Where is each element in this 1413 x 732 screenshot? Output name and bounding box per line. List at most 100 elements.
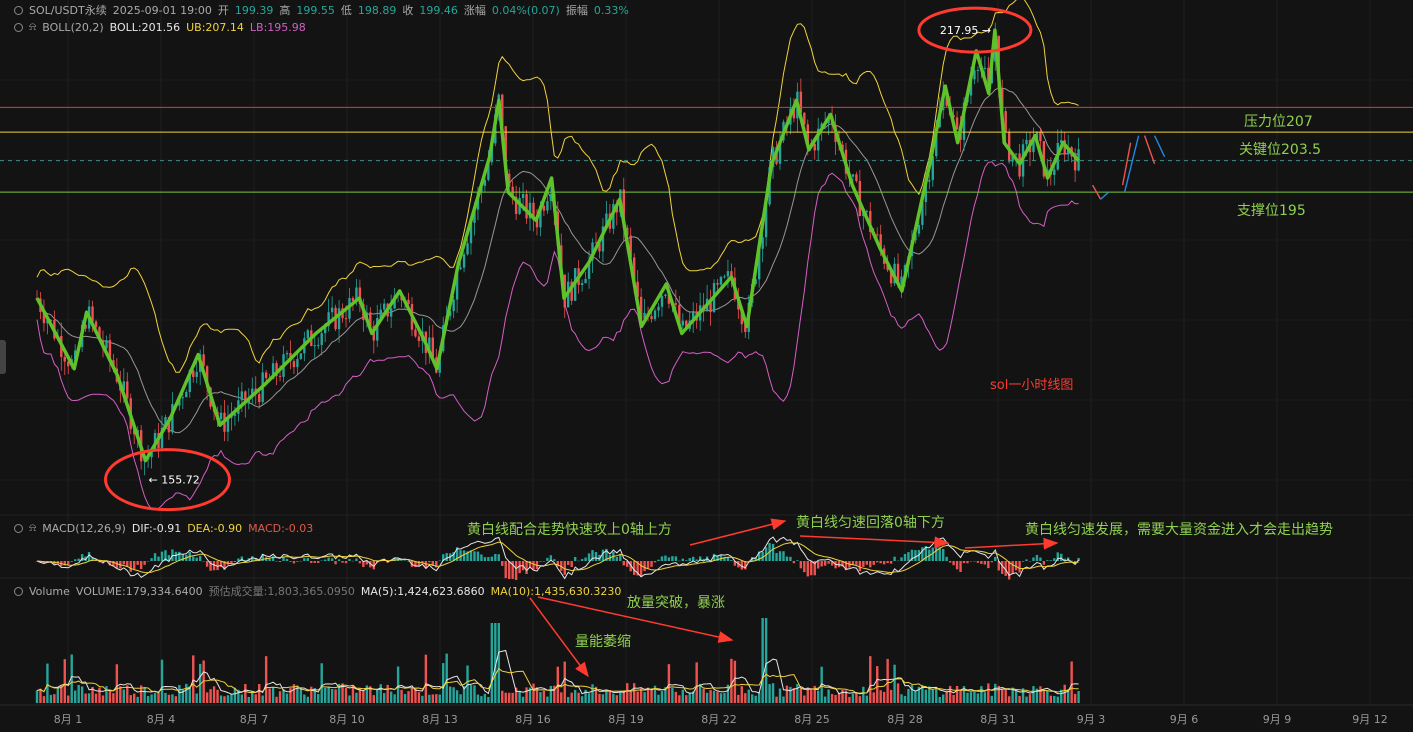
macd-histogram-bar	[230, 561, 233, 564]
price-levels	[0, 106, 1413, 193]
candle-body	[521, 194, 525, 199]
volume-bar	[848, 696, 851, 703]
volume-bar	[605, 690, 608, 703]
macd-histogram-bar	[351, 560, 355, 562]
chevron-icon[interactable]	[14, 523, 23, 533]
volume-bar	[310, 686, 313, 703]
macd-histogram-bar	[653, 561, 657, 563]
volume-bar	[837, 693, 841, 703]
volume-bar	[671, 687, 674, 703]
volume-bar	[702, 688, 705, 703]
macd-histogram-bar	[77, 558, 80, 561]
volume-bar	[716, 691, 719, 703]
volume-bar	[619, 690, 622, 703]
volume-bar	[396, 666, 400, 703]
chevron-icon[interactable]	[14, 586, 23, 596]
volume-bar	[299, 688, 303, 703]
volume-bar	[344, 687, 348, 703]
macd-histogram-bar	[143, 561, 146, 565]
volume-bar	[969, 692, 973, 703]
volume-bar	[882, 691, 886, 703]
macd-histogram-bar	[122, 561, 125, 565]
panel-resize-handle[interactable]	[0, 340, 6, 374]
bell-icon[interactable]: ⍾	[29, 521, 36, 535]
candle-body	[1014, 153, 1018, 155]
x-tick-label: 8月 22	[701, 713, 737, 726]
annotation-marks: 217.95 → ← 155.72	[104, 6, 1059, 678]
x-tick-label: 9月 12	[1352, 713, 1388, 726]
macd-value: MACD:-0.03	[248, 521, 314, 535]
macd-histogram-bar	[820, 561, 823, 567]
volume-bar	[539, 692, 542, 703]
volume-bar	[980, 686, 983, 703]
macd-histogram-bar	[837, 561, 841, 568]
high-price-marker: 217.95 →	[940, 24, 991, 37]
volume-bar	[778, 688, 782, 703]
volume-bar	[1028, 694, 1032, 703]
volume-bar	[709, 690, 712, 703]
chevron-icon[interactable]	[14, 22, 23, 32]
key-level-label: 关键位203.5	[1239, 142, 1322, 158]
candle-body	[292, 361, 296, 368]
candle-body	[876, 234, 879, 236]
macd-histogram-bar	[202, 560, 205, 562]
macd-histogram-bar	[282, 557, 285, 561]
volume-bar	[1025, 696, 1028, 703]
volume-bar	[1014, 690, 1018, 703]
macd-histogram-bar	[876, 561, 879, 563]
macd-label[interactable]: MACD(12,26,9)	[42, 522, 126, 535]
annotation-arrow	[799, 535, 950, 549]
volume-label[interactable]: Volume	[29, 585, 70, 598]
macd-histogram-bar	[806, 561, 809, 577]
candle-body	[383, 303, 386, 310]
volume-bar	[383, 693, 386, 703]
volume-bar	[442, 663, 445, 703]
volume-bar	[754, 695, 757, 703]
macd-histogram-bar	[1028, 561, 1032, 562]
volume-bar	[761, 618, 764, 703]
volume-bar	[931, 689, 934, 703]
volume-bar	[747, 689, 750, 703]
candle-body	[105, 340, 108, 349]
volume-bar	[827, 689, 830, 703]
volume-bar	[403, 694, 407, 703]
volume-note-1: 放量突破，暴涨	[627, 595, 725, 611]
macd-histogram-bar	[775, 553, 778, 561]
volume-bar	[393, 694, 396, 703]
bell-icon[interactable]: ⍾	[29, 20, 36, 34]
symbol-name[interactable]: SOL/USDT永续	[29, 2, 107, 18]
volume-bar	[424, 654, 428, 703]
volume-bar	[1039, 686, 1042, 703]
volume-bar	[577, 692, 580, 703]
volume-bar	[910, 684, 914, 703]
macd-histogram-bar	[594, 551, 598, 561]
volume-bar	[53, 694, 56, 703]
volume-bar	[60, 685, 63, 703]
volume-bar	[1018, 695, 1021, 703]
candle-body	[258, 394, 261, 403]
macd-histogram-bar	[900, 557, 903, 561]
macd-histogram-bar	[299, 560, 303, 562]
low-label: 低	[340, 4, 352, 17]
volume-bar	[570, 692, 573, 703]
macd-note-1: 黄白线配合走势快速攻上0轴上方	[467, 522, 672, 538]
candle-body	[976, 70, 980, 72]
macd-histogram-bar	[567, 561, 570, 565]
volume-bar	[650, 689, 653, 703]
boll-label[interactable]: BOLL(20,2)	[42, 21, 103, 34]
macd-histogram-bar	[327, 557, 330, 561]
volume-bar	[983, 692, 987, 703]
volume-bar	[421, 695, 424, 703]
macd-histogram-bar	[139, 561, 143, 570]
volume-bar	[67, 695, 70, 703]
annotation-arrow	[689, 518, 787, 546]
macd-histogram-bar	[174, 551, 178, 561]
volume-bar	[469, 685, 473, 703]
volume-bar	[504, 692, 507, 703]
volume-bar	[796, 684, 799, 703]
support-label: 支撑位195	[1237, 203, 1306, 219]
volume-bar	[1073, 693, 1077, 703]
chevron-icon[interactable]	[14, 5, 23, 15]
candle-body	[660, 295, 664, 307]
macd-histogram-bar	[879, 561, 882, 564]
